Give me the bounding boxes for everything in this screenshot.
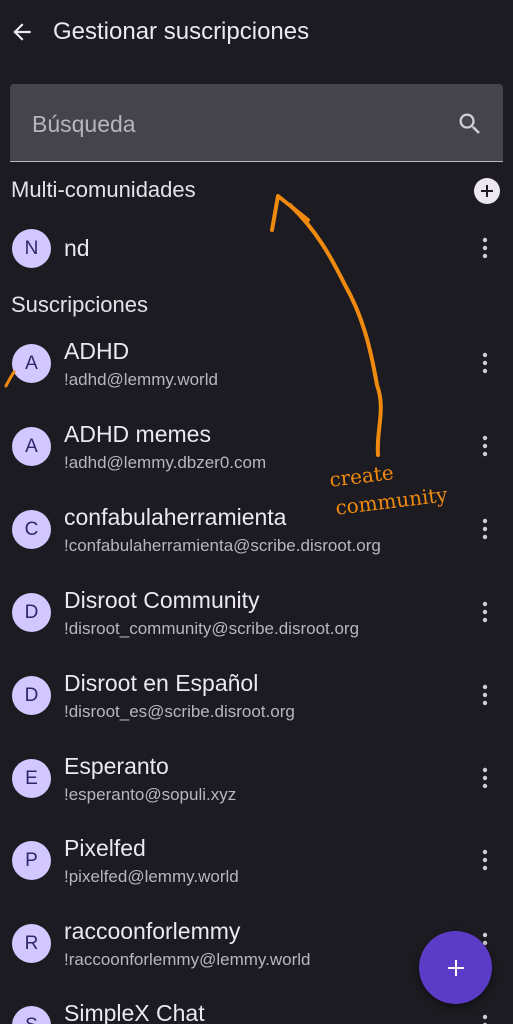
search-icon[interactable]: [456, 110, 484, 138]
community-name: ADHD: [64, 338, 130, 364]
search-input[interactable]: [32, 108, 432, 140]
subscription-item[interactable]: D Disroot Community !disroot_community@s…: [0, 585, 513, 645]
add-circle-icon: [481, 185, 493, 197]
more-vert-icon[interactable]: [476, 350, 494, 376]
subscription-item[interactable]: D Disroot en Español !disroot_es@scribe.…: [0, 668, 513, 728]
avatar: N: [12, 229, 51, 268]
top-app-bar: Gestionar suscripciones: [0, 0, 513, 66]
multi-community-name: nd: [64, 235, 90, 261]
subscription-item[interactable]: A ADHD !adhd@lemmy.world: [0, 336, 513, 396]
subscription-item[interactable]: S SimpleX Chat: [0, 998, 513, 1024]
avatar: A: [12, 344, 51, 383]
community-handle: !adhd@lemmy.dbzer0.com: [64, 453, 267, 472]
community-name: ADHD memes: [64, 421, 211, 447]
community-handle: !confabulaherramienta@scribe.disroot.org: [64, 536, 381, 555]
subscription-item[interactable]: P Pixelfed !pixelfed@lemmy.world: [0, 833, 513, 893]
avatar: P: [12, 841, 51, 880]
subscription-item[interactable]: E Esperanto !esperanto@sopuli.xyz: [0, 751, 513, 811]
back-button[interactable]: [6, 14, 38, 50]
avatar: C: [12, 510, 51, 549]
community-name: confabulaherramienta: [64, 504, 287, 530]
more-vert-icon[interactable]: [476, 516, 494, 542]
avatar: D: [12, 593, 51, 632]
subscription-item[interactable]: A ADHD memes !adhd@lemmy.dbzer0.com: [0, 419, 513, 479]
community-handle: !esperanto@sopuli.xyz: [64, 785, 237, 804]
more-vert-icon[interactable]: [476, 765, 494, 791]
add-community-fab[interactable]: [419, 931, 492, 1004]
multi-communities-title: Multi-comunidades: [11, 177, 196, 202]
community-handle: !adhd@lemmy.world: [64, 370, 218, 389]
more-vert-icon[interactable]: [476, 599, 494, 625]
more-vert-icon[interactable]: [476, 847, 494, 873]
more-vert-icon[interactable]: [476, 433, 494, 459]
more-vert-icon[interactable]: [476, 235, 494, 261]
search-field[interactable]: [10, 84, 503, 162]
avatar: A: [12, 427, 51, 466]
subscription-item[interactable]: C confabulaherramienta !confabulaherrami…: [0, 502, 513, 562]
more-vert-icon[interactable]: [476, 682, 494, 708]
community-name: Pixelfed: [64, 835, 146, 861]
community-handle: !disroot_es@scribe.disroot.org: [64, 702, 295, 721]
page-title: Gestionar suscripciones: [53, 18, 310, 45]
community-name: Esperanto: [64, 753, 169, 779]
subscriptions-title: Suscripciones: [11, 292, 148, 317]
community-name: Disroot Community: [64, 587, 260, 613]
community-name: SimpleX Chat: [64, 1000, 205, 1024]
manage-subscriptions-screen: Gestionar suscripciones Multi-comunidade…: [0, 0, 513, 1024]
avatar: S: [12, 1006, 51, 1024]
avatar: D: [12, 676, 51, 715]
community-handle: !disroot_community@scribe.disroot.org: [64, 619, 360, 638]
arrow-left-icon: [13, 23, 31, 41]
more-vert-icon[interactable]: [476, 1012, 494, 1024]
community-handle: !pixelfed@lemmy.world: [64, 867, 239, 886]
avatar: E: [12, 759, 51, 798]
community-name: Disroot en Español: [64, 670, 259, 696]
plus-icon: [447, 959, 464, 976]
multi-community-item[interactable]: N nd: [0, 226, 513, 272]
add-multi-community-button[interactable]: [474, 178, 500, 204]
community-name: raccoonforlemmy: [64, 918, 241, 944]
community-handle: !raccoonforlemmy@lemmy.world: [64, 950, 311, 969]
avatar: R: [12, 924, 51, 963]
